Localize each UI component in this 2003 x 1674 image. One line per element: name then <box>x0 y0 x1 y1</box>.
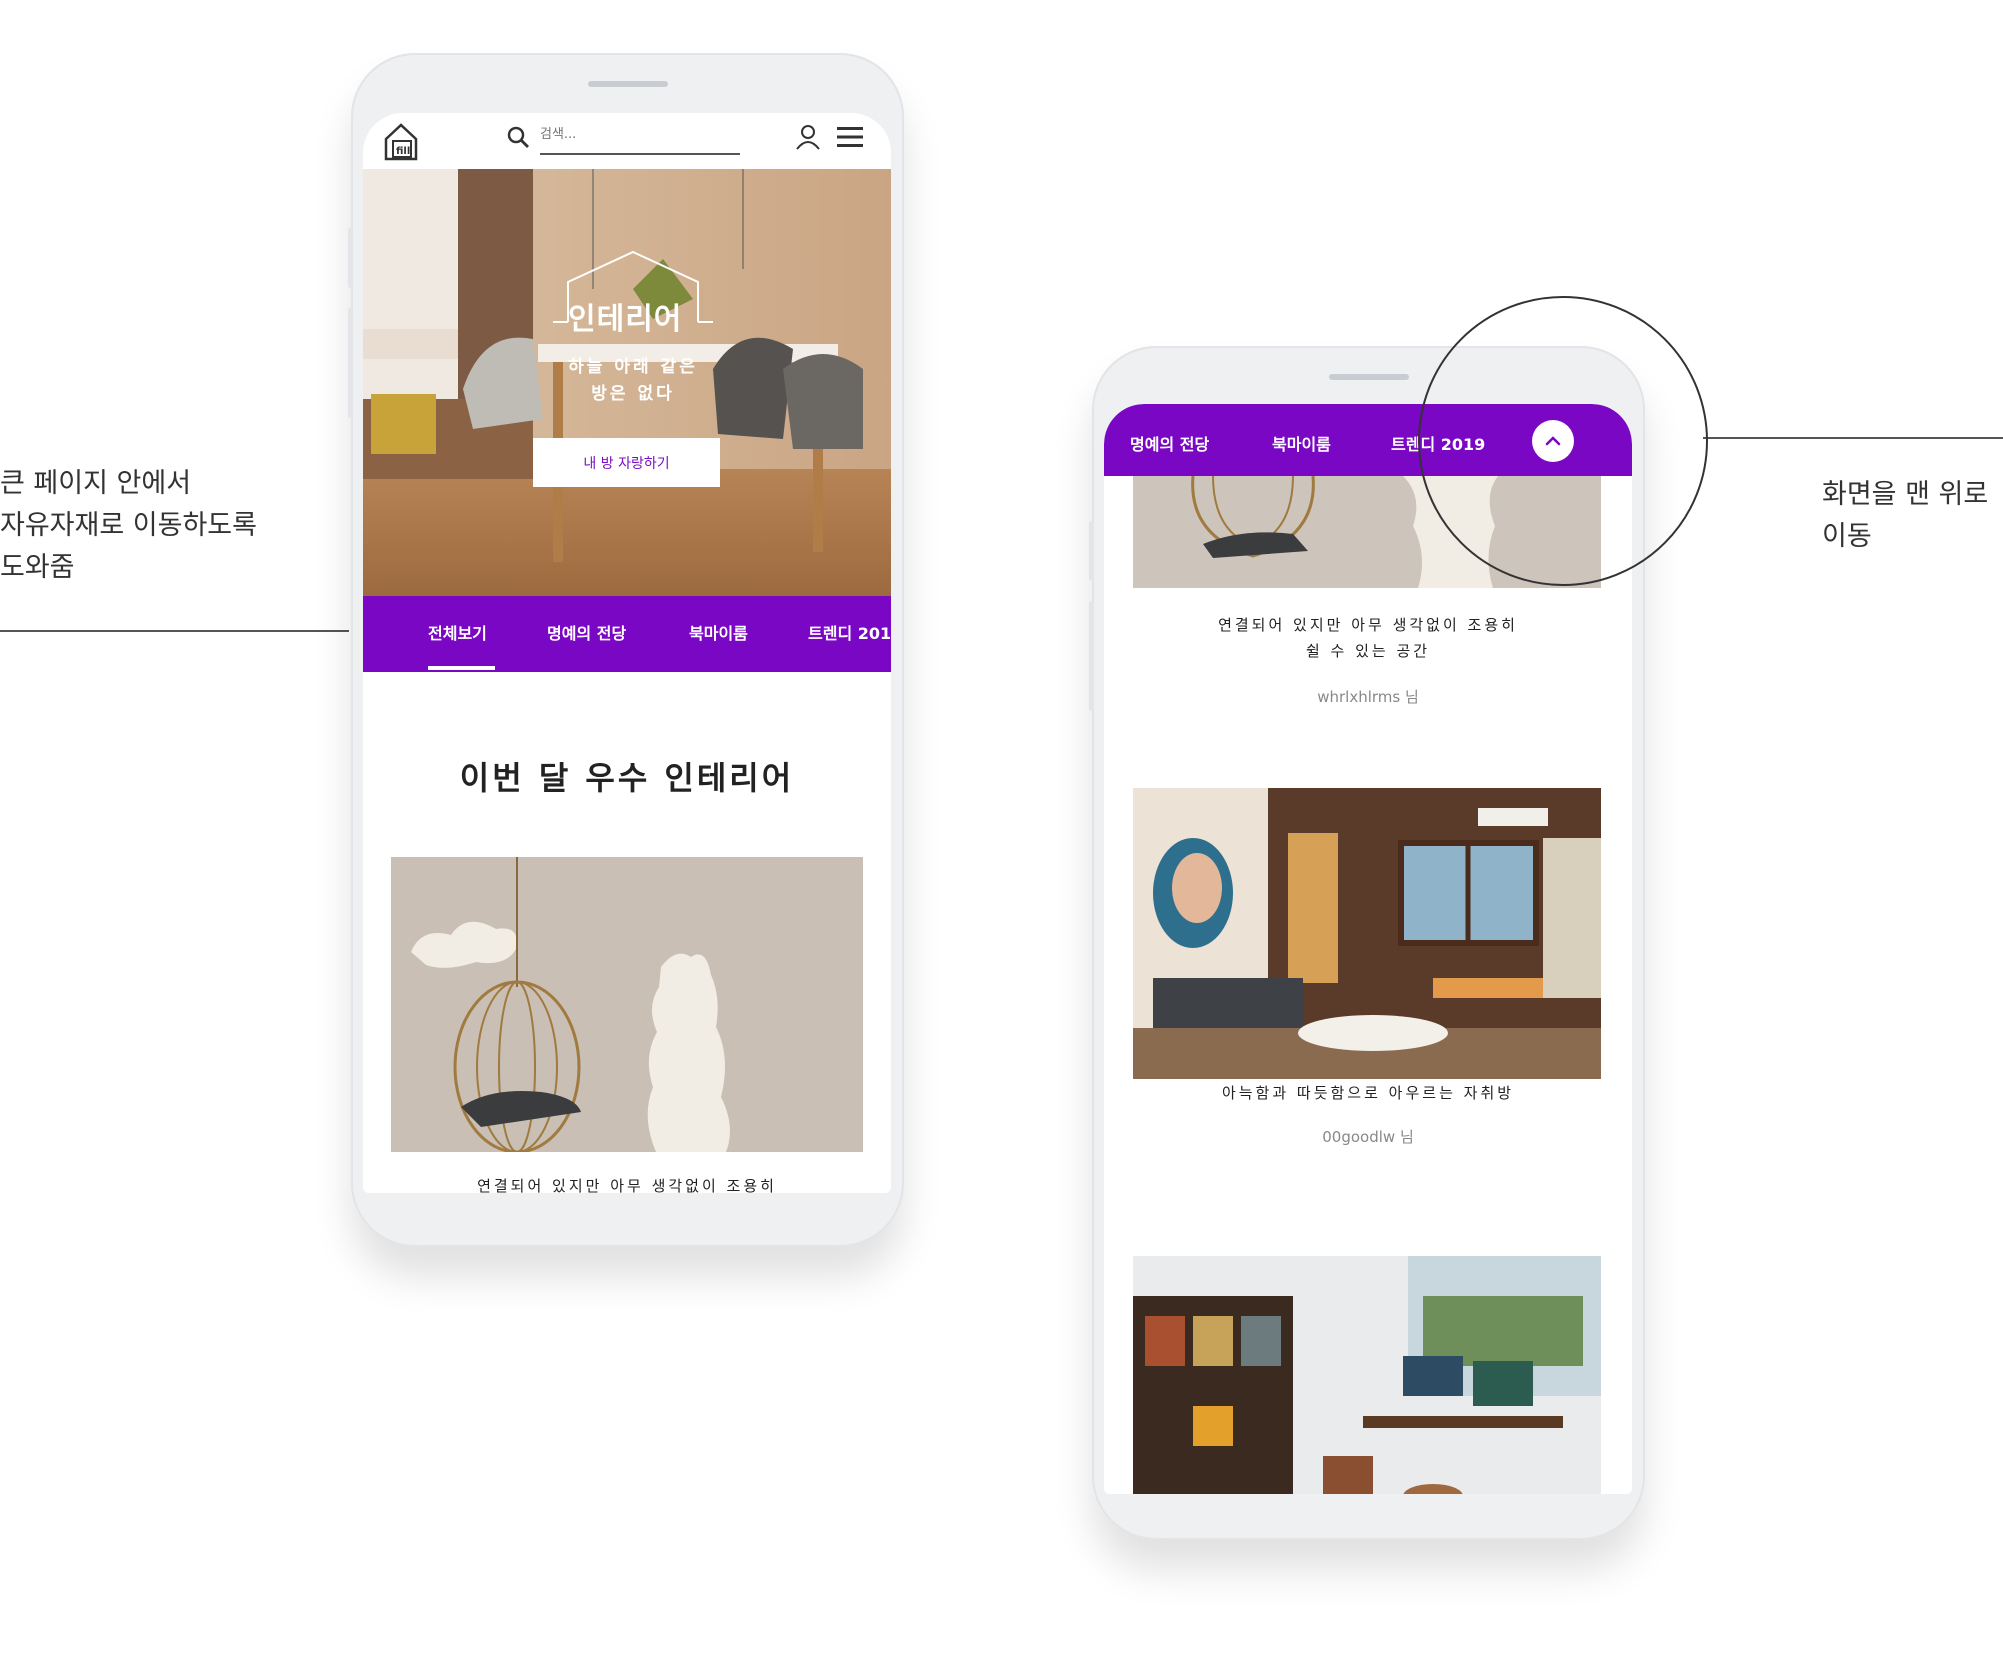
menu-icon[interactable] <box>837 125 863 149</box>
annotation-left-line-3: 도와줌 <box>0 552 75 583</box>
hero-subtitle: 하늘 아래 같은 방은 없다 <box>523 354 743 408</box>
card-title: 연결되어 있지만 아무 생각없이 조용히 쉴 수 있는 공간 <box>1164 612 1572 664</box>
tab-trendy-2019[interactable]: 트렌디 2019 <box>808 620 891 644</box>
card-image-living-room[interactable] <box>1133 788 1601 1079</box>
annotation-left: 큰 페이지 안에서 자유자재로 이동하도록 도와줌 <box>0 463 330 589</box>
card-title-line-1: 아늑함과 따듯함으로 아우르는 자취방 <box>1221 1084 1515 1102</box>
annotation-left-connector <box>0 630 349 632</box>
phone-screen-home: fill 검색... 인테리어 하늘 아래 같은 방은 없다 내 방 자랑하기 … <box>363 113 891 1193</box>
card-title-partial: 연결되어 있지만 아무 생각없이 조용히 <box>477 1177 777 1193</box>
phone-side-button <box>1089 601 1094 711</box>
show-off-room-button[interactable]: 내 방 자랑하기 <box>533 438 720 487</box>
card-author[interactable]: 00goodlw 님 <box>1104 1126 1632 1147</box>
user-icon[interactable] <box>794 123 822 151</box>
search-icon[interactable] <box>506 125 530 149</box>
highlight-circle <box>1418 296 1708 586</box>
card-image-study-room[interactable] <box>1133 1256 1601 1494</box>
phone-side-button <box>348 228 353 288</box>
phone-speaker <box>1329 374 1409 380</box>
hero-subtitle-line-1: 하늘 아래 같은 <box>568 357 698 377</box>
card-title-line-2: 쉴 수 있는 공간 <box>1305 642 1431 660</box>
logo-icon[interactable]: fill <box>383 121 419 161</box>
category-tabs: 전체보기 명예의 전당 북마이룸 트렌디 2019 <box>363 596 891 672</box>
phone-speaker <box>588 81 668 87</box>
annotation-left-line-2: 자유자재로 이동하도록 <box>0 510 257 541</box>
annotation-right: 화면을 맨 위로 이동 <box>1822 474 2003 558</box>
annotation-right-line-2: 이동 <box>1822 521 1872 552</box>
card-image-hanging-chair[interactable] <box>391 857 863 1152</box>
card-author[interactable]: whrlxhlrms 님 <box>1104 686 1632 707</box>
card-title-line-1: 연결되어 있지만 아무 생각없이 조용히 <box>1218 616 1518 634</box>
tab-hall-of-fame[interactable]: 명예의 전당 <box>1130 431 1209 455</box>
active-tab-indicator <box>428 666 495 670</box>
search-input[interactable] <box>540 123 736 142</box>
search-field[interactable] <box>540 123 740 155</box>
hero-subtitle-line-2: 방은 없다 <box>591 384 675 404</box>
top-bar: fill <box>363 113 891 169</box>
tab-book-my-room[interactable]: 북마이룸 <box>689 620 748 644</box>
svg-text:fill: fill <box>396 146 410 157</box>
card-title: 아늑함과 따듯함으로 아우르는 자취방 <box>1164 1080 1572 1106</box>
hero-banner: 인테리어 하늘 아래 같은 방은 없다 내 방 자랑하기 <box>363 169 891 596</box>
annotation-right-line-1: 화면을 맨 위로 <box>1822 479 1989 510</box>
annotation-left-line-1: 큰 페이지 안에서 <box>0 468 192 499</box>
phone-side-button <box>348 308 353 418</box>
tab-hall-of-fame[interactable]: 명예의 전당 <box>547 620 626 644</box>
tab-book-my-room[interactable]: 북마이룸 <box>1272 431 1331 455</box>
hero-title: 인테리어 <box>568 302 683 337</box>
section-title: 이번 달 우수 인테리어 <box>459 759 795 797</box>
annotation-right-connector <box>1703 437 2003 439</box>
tab-all[interactable]: 전체보기 <box>428 620 487 644</box>
phone-side-button <box>1089 521 1094 581</box>
phone-mockup-home: fill 검색... 인테리어 하늘 아래 같은 방은 없다 내 방 자랑하기 … <box>348 53 904 1247</box>
